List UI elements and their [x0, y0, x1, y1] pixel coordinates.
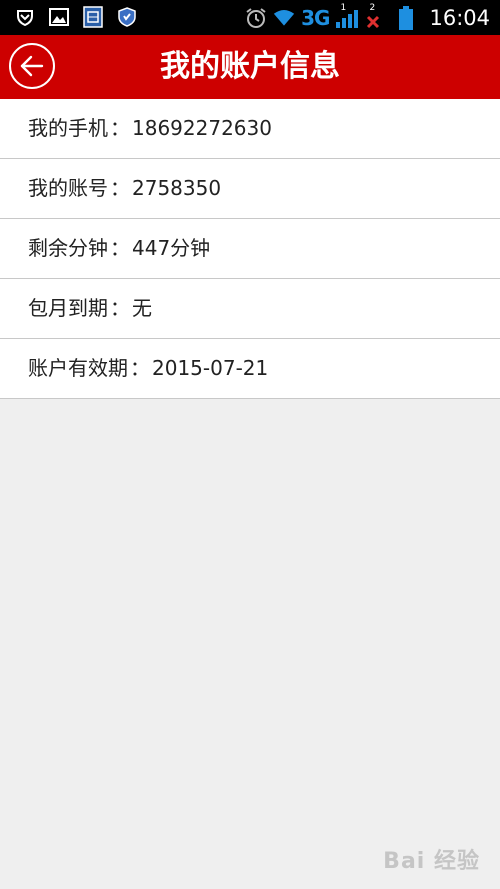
status-right-icons: 3G 1 2 16:04 — [245, 3, 490, 32]
signal-icon: 1 — [335, 3, 359, 29]
shield-down-icon — [14, 6, 36, 28]
wifi-icon — [273, 7, 295, 29]
info-label: 我的手机 — [28, 116, 108, 140]
info-value: 447分钟 — [132, 236, 211, 260]
battery-icon — [395, 6, 417, 30]
info-label: 账户有效期 — [28, 356, 128, 380]
sim-app-icon — [82, 6, 104, 28]
network-type-label: 3G — [301, 6, 330, 30]
status-left-icons — [14, 6, 138, 28]
info-separator: ： — [110, 176, 130, 200]
info-label: 剩余分钟 — [28, 236, 108, 260]
info-row-phone: 我的手机： 18692272630 — [0, 99, 500, 159]
sim2-index-label: 2 — [369, 3, 376, 13]
info-separator: ： — [110, 116, 130, 140]
info-row-remaining-minutes: 剩余分钟： 447分钟 — [0, 219, 500, 279]
info-value: 18692272630 — [132, 116, 272, 140]
arrow-left-icon — [19, 54, 45, 78]
info-label: 包月到期 — [28, 296, 108, 320]
info-value: 2015-07-21 — [152, 356, 269, 380]
security-shield-icon — [116, 6, 138, 28]
info-row-account: 我的账号： 2758350 — [0, 159, 500, 219]
info-separator: ： — [130, 356, 150, 380]
clock-time: 16:04 — [429, 6, 490, 30]
watermark: Bai 经验 — [383, 849, 480, 874]
info-row-monthly-expiry: 包月到期：无 — [0, 279, 500, 339]
sim-index-label: 1 — [340, 3, 347, 13]
info-label: 我的账号 — [28, 176, 108, 200]
info-value: 无 — [132, 296, 152, 320]
alarm-icon — [245, 7, 267, 29]
image-icon — [48, 6, 70, 28]
info-row-account-validity: 账户有效期： 2015-07-21 — [0, 339, 500, 398]
info-value: 2758350 — [132, 176, 222, 200]
back-button[interactable] — [9, 43, 55, 89]
info-separator: ： — [110, 236, 130, 260]
account-info-list: 我的手机： 18692272630 我的账号： 2758350 剩余分钟： 447分钟… — [0, 99, 500, 399]
page-title: 我的账户信息 — [160, 49, 340, 84]
app-header: 我的账户信息 — [0, 35, 500, 99]
info-separator: ： — [110, 296, 130, 320]
status-bar: 3G 1 2 16:04 — [0, 0, 500, 35]
no-sim-icon: 2 — [365, 3, 381, 29]
